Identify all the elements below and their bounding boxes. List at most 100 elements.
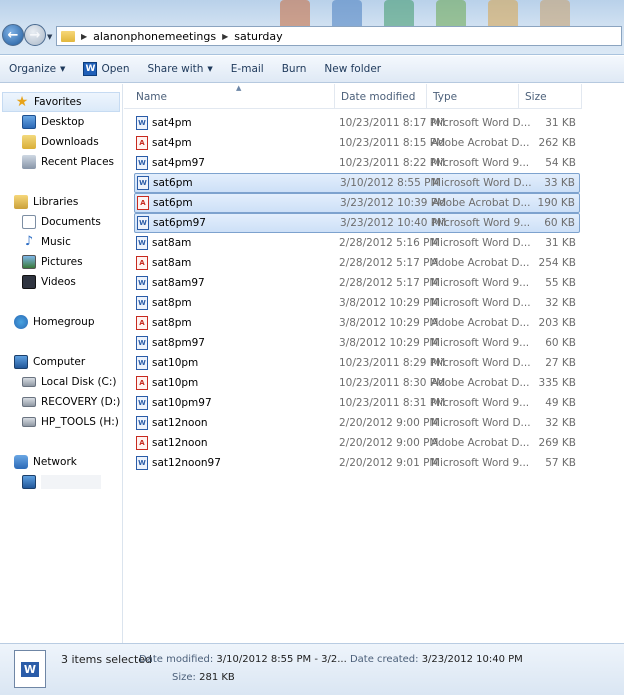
file-size: 49 KB xyxy=(545,397,576,409)
nav-homegroup[interactable]: Homegroup xyxy=(0,312,122,332)
command-toolbar: Organize ▼ W Open Share with ▼ E-mail Bu… xyxy=(0,56,624,83)
file-type: Microsoft Word 9... xyxy=(431,277,530,289)
file-date: 3/8/2012 10:29 PM xyxy=(339,337,439,349)
file-type: Microsoft Word D... xyxy=(431,297,531,309)
file-row[interactable]: Wsat6pm97 3/23/2012 10:40 PM Microsoft Wor… xyxy=(134,213,580,233)
share-with-label: Share with xyxy=(147,63,204,75)
file-size: 33 KB xyxy=(544,177,575,189)
nav-network-computer[interactable] xyxy=(0,472,122,492)
file-date: 10/23/2011 8:30 PM xyxy=(339,377,446,389)
file-name: sat4pm97 xyxy=(152,157,205,169)
file-row[interactable]: Wsat8am 2/28/2012 5:16 PM Microsoft Word D… xyxy=(134,233,580,253)
file-date: 3/10/2012 8:55 PM xyxy=(340,177,440,189)
open-button[interactable]: W Open xyxy=(74,56,138,82)
nav-label: Favorites xyxy=(34,96,82,108)
nav-hp-tools[interactable]: HP_TOOLS (H:) xyxy=(0,412,122,432)
breadcrumb-item[interactable]: saturday xyxy=(234,30,282,43)
file-date: 3/8/2012 10:29 PM xyxy=(339,297,439,309)
file-name-cell: Wsat10pm97 xyxy=(136,396,212,410)
breadcrumb-separator-icon[interactable]: ▶ xyxy=(81,32,87,41)
breadcrumb-item[interactable]: alanonphonemeetings xyxy=(93,30,216,43)
file-size: 32 KB xyxy=(545,417,576,429)
file-name-cell: Wsat10pm xyxy=(136,356,198,370)
file-row[interactable]: Wsat4pm 10/23/2011 8:17 PM Microsoft Word … xyxy=(134,113,580,133)
file-row[interactable]: Wsat8pm 3/8/2012 10:29 PM Microsoft Word D… xyxy=(134,293,580,313)
homegroup-icon xyxy=(14,315,28,329)
column-header-name[interactable]: Name ▲ xyxy=(130,84,335,109)
file-size: 335 KB xyxy=(538,377,576,389)
nav-documents[interactable]: Documents xyxy=(0,212,122,232)
new-folder-button[interactable]: New folder xyxy=(315,56,390,82)
file-row[interactable]: Asat12noon 2/20/2012 9:00 PM Adobe Acrobat… xyxy=(134,433,580,453)
forward-button[interactable]: → xyxy=(24,24,46,46)
nav-favorites[interactable]: ★ Favorites xyxy=(2,92,120,112)
pdf-file-icon: A xyxy=(136,436,148,450)
file-date: 3/8/2012 10:29 PM xyxy=(339,317,439,329)
file-row[interactable]: Wsat8am97 2/28/2012 5:17 PM Microsoft Word… xyxy=(134,273,580,293)
file-row[interactable]: Wsat10pm97 10/23/2011 8:31 PM Microsoft Wo… xyxy=(134,393,580,413)
file-size: 262 KB xyxy=(538,137,576,149)
file-row[interactable]: Wsat8pm97 3/8/2012 10:29 PM Microsoft Word… xyxy=(134,333,580,353)
address-box[interactable]: ▶ alanonphonemeetings ▶ saturday xyxy=(56,26,622,46)
file-row[interactable]: Asat6pm 3/23/2012 10:39 PM Adobe Acrobat D… xyxy=(134,193,580,213)
nav-videos[interactable]: Videos xyxy=(0,272,122,292)
file-name: sat10pm xyxy=(152,357,199,369)
file-row[interactable]: Asat8pm 3/8/2012 10:29 PM Adobe Acrobat D.… xyxy=(134,313,580,333)
file-row[interactable]: Asat8am 2/28/2012 5:17 PM Adobe Acrobat D.… xyxy=(134,253,580,273)
nav-recent-places[interactable]: Recent Places xyxy=(0,152,122,172)
nav-label: Pictures xyxy=(41,256,83,268)
nav-label: Computer xyxy=(33,356,86,368)
file-date: 2/20/2012 9:01 PM xyxy=(339,457,439,469)
nav-local-disk[interactable]: Local Disk (C:) xyxy=(0,372,122,392)
nav-label: Documents xyxy=(41,216,101,228)
nav-desktop[interactable]: Desktop xyxy=(0,112,122,132)
share-with-button[interactable]: Share with ▼ xyxy=(138,56,221,82)
desktop-icon xyxy=(22,115,36,129)
recent-pages-dropdown-icon[interactable]: ▼ xyxy=(47,33,52,41)
file-row[interactable]: Wsat6pm 3/10/2012 8:55 PM Microsoft Word D… xyxy=(134,173,580,193)
file-name-cell: Wsat8am xyxy=(136,236,191,250)
column-header-size[interactable]: Size xyxy=(519,84,582,109)
nav-label: Network xyxy=(33,456,77,468)
nav-libraries[interactable]: Libraries xyxy=(0,192,122,212)
file-row[interactable]: Asat4pm 10/23/2011 8:15 PM Adobe Acrobat D… xyxy=(134,133,580,153)
burn-button[interactable]: Burn xyxy=(273,56,316,82)
file-date: 10/23/2011 8:17 PM xyxy=(339,117,446,129)
date-modified-label: Date modified: xyxy=(139,654,214,665)
file-row[interactable]: Wsat12noon97 2/20/2012 9:01 PM Microsoft W… xyxy=(134,453,580,473)
pdf-file-icon: A xyxy=(136,136,148,150)
file-name: sat8pm97 xyxy=(152,337,205,349)
file-row[interactable]: Wsat4pm97 10/23/2011 8:22 PM Microsoft Wor… xyxy=(134,153,580,173)
nav-music[interactable]: ♪ Music xyxy=(0,232,122,252)
file-type: Microsoft Word 9... xyxy=(431,457,530,469)
nav-label: Local Disk (C:) xyxy=(41,376,117,388)
file-size: 190 KB xyxy=(537,197,575,209)
file-date: 2/28/2012 5:17 PM xyxy=(339,277,439,289)
nav-network[interactable]: Network xyxy=(0,452,122,472)
breadcrumb-separator-icon[interactable]: ▶ xyxy=(222,32,228,41)
organize-label: Organize xyxy=(9,63,57,75)
file-row[interactable]: Wsat10pm 10/23/2011 8:29 PM Microsoft Word… xyxy=(134,353,580,373)
email-label: E-mail xyxy=(230,63,264,75)
file-name-cell: Wsat8pm xyxy=(136,296,192,310)
file-date: 2/20/2012 9:00 PM xyxy=(339,437,439,449)
nav-pictures[interactable]: Pictures xyxy=(0,252,122,272)
organize-button[interactable]: Organize ▼ xyxy=(0,56,74,82)
column-header-date[interactable]: Date modified xyxy=(335,84,427,109)
details-pane: W 3 items selected Date modified: 3/10/2… xyxy=(0,643,624,695)
back-button[interactable]: ← xyxy=(2,24,24,46)
nav-downloads[interactable]: Downloads xyxy=(0,132,122,152)
nav-computer[interactable]: Computer xyxy=(0,352,122,372)
chevron-down-icon: ▼ xyxy=(207,65,213,73)
file-row[interactable]: Wsat12noon 2/20/2012 9:00 PM Microsoft Wor… xyxy=(134,413,580,433)
file-size: 60 KB xyxy=(545,337,576,349)
email-button[interactable]: E-mail xyxy=(222,56,273,82)
column-header-type[interactable]: Type xyxy=(427,84,519,109)
column-date-label: Date modified xyxy=(341,90,416,103)
word-file-icon: W xyxy=(136,296,148,310)
nav-recovery[interactable]: RECOVERY (D:) xyxy=(0,392,122,412)
file-row[interactable]: Asat10pm 10/23/2011 8:30 PM Adobe Acrobat … xyxy=(134,373,580,393)
